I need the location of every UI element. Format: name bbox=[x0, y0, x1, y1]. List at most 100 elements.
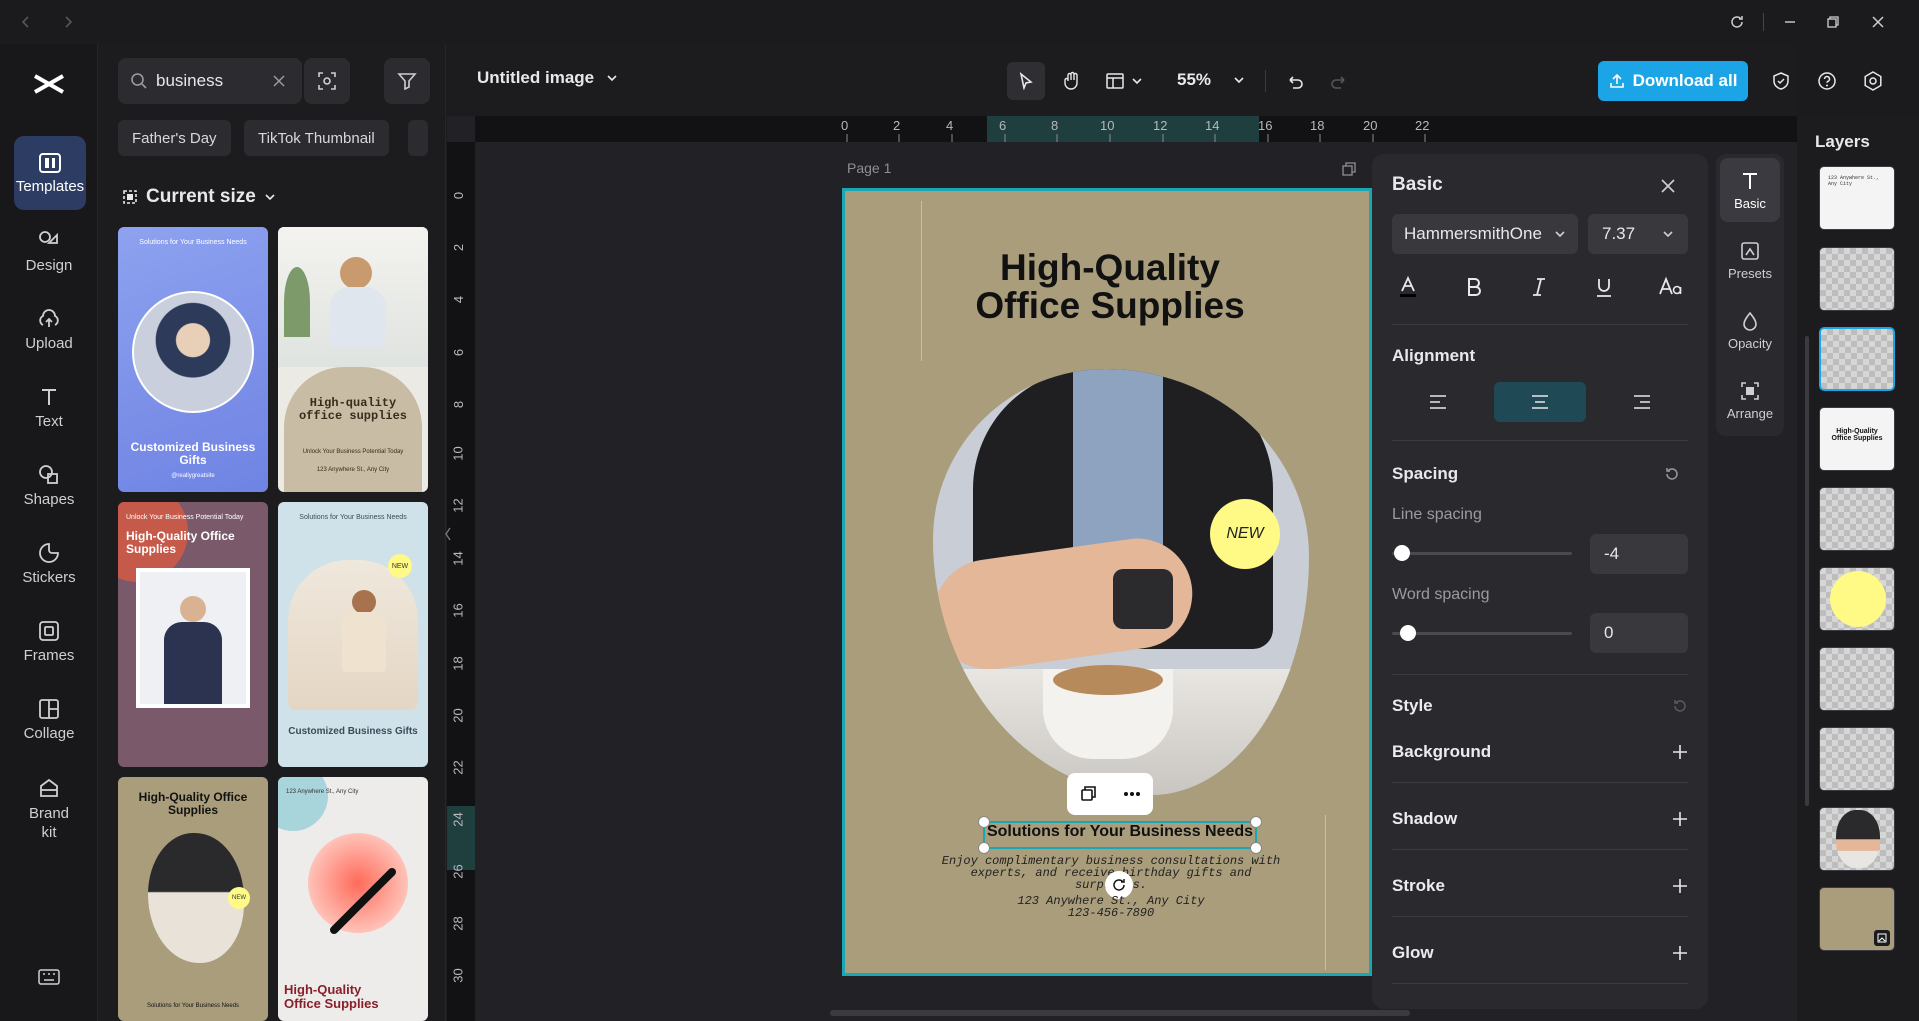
horizontal-scrollbar[interactable] bbox=[830, 1010, 1410, 1016]
template-card[interactable]: Solutions for Your Business Needs Custom… bbox=[118, 227, 268, 492]
redo-button[interactable] bbox=[1325, 68, 1353, 96]
page-subheading[interactable]: Solutions for Your Business Needs bbox=[965, 823, 1275, 841]
duplicate-page-icon[interactable] bbox=[1340, 160, 1358, 178]
layer-item[interactable] bbox=[1819, 247, 1895, 311]
search-input[interactable] bbox=[156, 69, 266, 93]
close-panel-button[interactable] bbox=[1654, 172, 1682, 200]
page-heading[interactable]: High-Quality Office Supplies bbox=[865, 249, 1355, 325]
template-card[interactable]: 123 Anywhere St., Any City High-Quality … bbox=[278, 777, 428, 1021]
line-spacing-input[interactable]: -4 bbox=[1590, 534, 1688, 574]
align-center-button[interactable] bbox=[1494, 382, 1586, 422]
align-right-button[interactable] bbox=[1596, 382, 1688, 422]
new-badge[interactable]: NEW bbox=[1210, 499, 1280, 569]
collapse-panel-handle[interactable] bbox=[444, 524, 452, 544]
sidebar-item-stickers[interactable]: Stickers bbox=[0, 526, 98, 600]
chip-more[interactable] bbox=[408, 120, 428, 156]
reset-style-icon[interactable] bbox=[1672, 698, 1688, 714]
text-color-icon[interactable] bbox=[1396, 275, 1420, 299]
close-window-icon[interactable] bbox=[1866, 10, 1890, 34]
image-search-button[interactable] bbox=[304, 58, 350, 104]
page-photo[interactable] bbox=[933, 369, 1309, 795]
sidebar-item-brand-kit[interactable]: Brand kit bbox=[0, 766, 98, 852]
layer-item-selected[interactable] bbox=[1817, 325, 1897, 393]
download-all-button[interactable]: Download all bbox=[1598, 61, 1748, 101]
ruler-tick: 16 bbox=[450, 603, 466, 618]
divider bbox=[1392, 324, 1688, 325]
template-card[interactable]: High-Quality Office Supplies NEW Solutio… bbox=[118, 777, 268, 1021]
settings-button[interactable] bbox=[1859, 67, 1887, 95]
text-case-icon[interactable] bbox=[1658, 276, 1684, 298]
layer-item[interactable] bbox=[1819, 727, 1895, 791]
layer-item[interactable] bbox=[1819, 487, 1895, 551]
layer-item[interactable] bbox=[1819, 887, 1895, 951]
shield-button[interactable] bbox=[1767, 67, 1795, 95]
forward-arrow-icon[interactable] bbox=[56, 10, 80, 34]
design-page[interactable]: High-Quality Office Supplies NEW Solutio… bbox=[842, 188, 1372, 976]
resize-handle[interactable] bbox=[1250, 842, 1262, 854]
layout-dropdown[interactable] bbox=[1105, 72, 1143, 90]
select-tool-button[interactable] bbox=[1007, 62, 1045, 100]
bold-icon[interactable] bbox=[1463, 276, 1485, 298]
brand-kit-icon bbox=[37, 776, 61, 804]
sidebar-item-frames[interactable]: Frames bbox=[0, 604, 98, 678]
chip-fathers-day[interactable]: Father's Day bbox=[118, 120, 231, 156]
size-filter[interactable]: Current size bbox=[122, 186, 276, 208]
template-card[interactable]: Unlock Your Business Potential Today Hig… bbox=[118, 502, 268, 767]
line-spacing-slider[interactable] bbox=[1392, 545, 1572, 561]
sidebar-item-collage[interactable]: Collage bbox=[0, 682, 98, 756]
stroke-row[interactable]: Stroke bbox=[1392, 876, 1688, 896]
plus-icon[interactable] bbox=[1672, 811, 1688, 827]
tab-arrange[interactable]: Arrange bbox=[1720, 368, 1780, 432]
template-card[interactable]: Solutions for Your Business Needs NEW Cu… bbox=[278, 502, 428, 767]
chip-tiktok-thumbnail[interactable]: TikTok Thumbnail bbox=[244, 120, 389, 156]
underline-icon[interactable] bbox=[1593, 276, 1615, 298]
tab-presets[interactable]: Presets bbox=[1720, 228, 1780, 292]
layer-item[interactable] bbox=[1819, 647, 1895, 711]
keyboard-icon[interactable] bbox=[36, 966, 62, 988]
more-options-icon[interactable] bbox=[1123, 791, 1141, 797]
reset-spacing-icon[interactable] bbox=[1662, 464, 1682, 484]
layer-item[interactable] bbox=[1819, 807, 1895, 871]
background-row[interactable]: Background bbox=[1392, 742, 1688, 762]
zoom-dropdown[interactable]: 55% bbox=[1177, 70, 1245, 90]
sidebar-item-shapes[interactable]: Shapes bbox=[0, 448, 98, 522]
word-spacing-slider[interactable] bbox=[1392, 625, 1572, 641]
undo-button[interactable] bbox=[1281, 68, 1309, 96]
font-family-select[interactable]: HammersmithOne bbox=[1392, 214, 1578, 254]
sidebar-item-upload[interactable]: Upload bbox=[0, 292, 98, 366]
template-card[interactable]: High-quality office supplies Unlock Your… bbox=[278, 227, 428, 492]
filter-button[interactable] bbox=[384, 58, 430, 104]
restore-icon[interactable] bbox=[1821, 10, 1845, 34]
shadow-row[interactable]: Shadow bbox=[1392, 809, 1688, 829]
refresh-icon[interactable] bbox=[1725, 10, 1749, 34]
layer-item[interactable]: High-Quality Office Supplies bbox=[1819, 407, 1895, 471]
hand-tool-button[interactable] bbox=[1053, 62, 1091, 100]
align-left-button[interactable] bbox=[1392, 382, 1484, 422]
sidebar-item-design[interactable]: Design bbox=[0, 214, 98, 288]
sidebar-item-templates[interactable]: Templates bbox=[14, 136, 86, 210]
help-button[interactable] bbox=[1813, 67, 1841, 95]
document-title[interactable]: Untitled image bbox=[477, 68, 618, 88]
back-arrow-icon[interactable] bbox=[14, 10, 38, 34]
glow-row[interactable]: Glow bbox=[1392, 943, 1688, 963]
clear-search-icon[interactable] bbox=[270, 72, 288, 90]
sidebar-item-text[interactable]: Text bbox=[0, 370, 98, 444]
slider-thumb[interactable] bbox=[1400, 625, 1416, 641]
plus-icon[interactable] bbox=[1672, 878, 1688, 894]
tab-opacity[interactable]: Opacity bbox=[1720, 298, 1780, 362]
layer-item[interactable] bbox=[1819, 567, 1895, 631]
ruler-tick: 26 bbox=[450, 864, 466, 879]
word-spacing-input[interactable]: 0 bbox=[1590, 613, 1688, 653]
page-phone[interactable]: 123-456-7890 bbox=[941, 906, 1281, 920]
slider-thumb[interactable] bbox=[1394, 545, 1410, 561]
font-size-select[interactable]: 7.37 bbox=[1588, 214, 1688, 254]
resize-handle[interactable] bbox=[978, 842, 990, 854]
layer-item[interactable]: 123 Anywhere St., Any City bbox=[1819, 166, 1895, 230]
duplicate-icon[interactable] bbox=[1080, 785, 1098, 803]
layers-scrollbar[interactable] bbox=[1805, 336, 1809, 806]
italic-icon[interactable] bbox=[1528, 276, 1550, 298]
plus-icon[interactable] bbox=[1672, 945, 1688, 961]
minimize-icon[interactable] bbox=[1778, 10, 1802, 34]
plus-icon[interactable] bbox=[1672, 744, 1688, 760]
tab-basic[interactable]: Basic bbox=[1720, 158, 1780, 222]
